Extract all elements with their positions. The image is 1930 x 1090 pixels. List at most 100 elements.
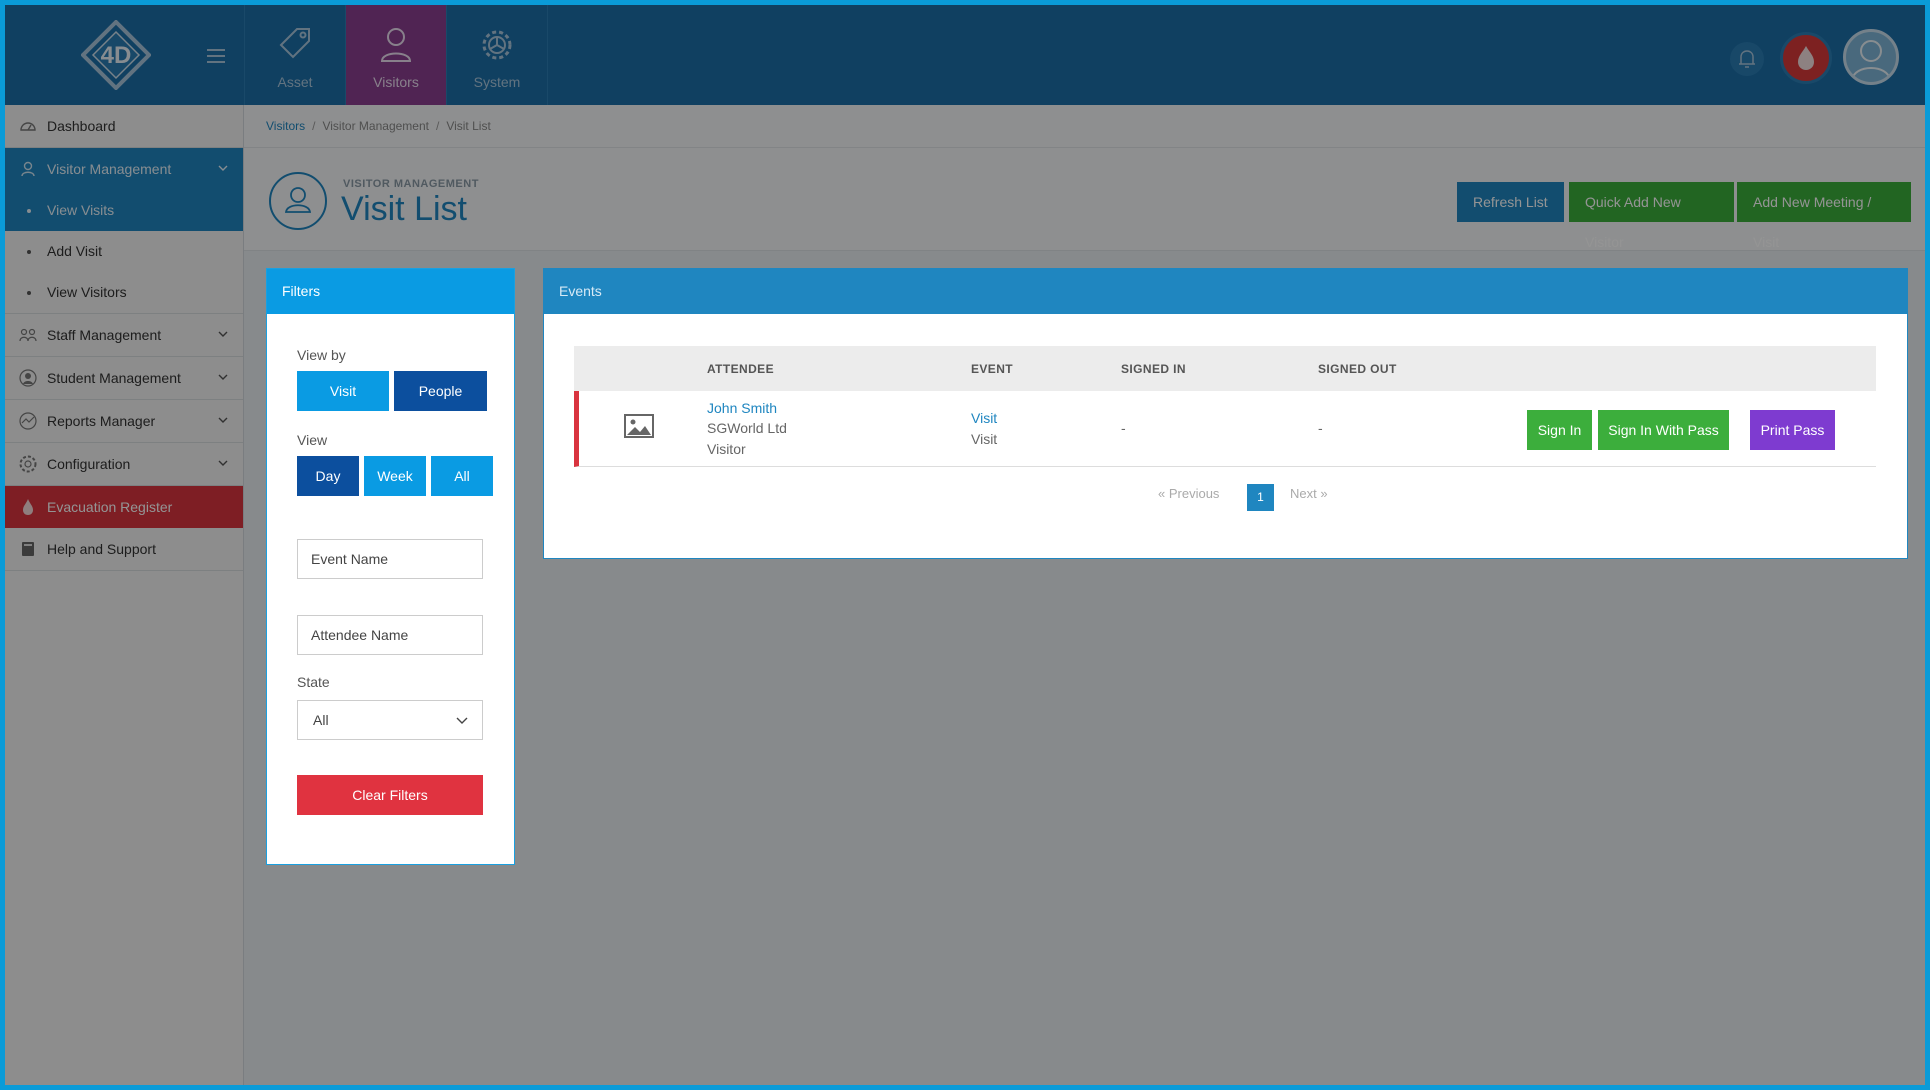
quick-add-visitor-button[interactable]: Quick Add New Visitor: [1569, 182, 1734, 250]
chevron-down-icon: [218, 460, 228, 466]
view-day-button[interactable]: Day: [297, 456, 359, 496]
filters-title: Filters: [267, 269, 514, 314]
tab-visitors[interactable]: Visitors: [345, 5, 446, 105]
sidebar-item-label: View Visits: [47, 202, 115, 218]
app-window: 4D Asset Visitors System Dashboard Visit…: [5, 5, 1925, 1085]
sidebar-item-label: Staff Management: [47, 327, 162, 343]
sign-in-button[interactable]: Sign In: [1527, 410, 1592, 450]
add-meeting-button[interactable]: Add New Meeting / Visit: [1737, 182, 1911, 250]
sidebar-item-label: Help and Support: [47, 541, 156, 557]
page-header: VISITOR MANAGEMENT Visit List Refresh Li…: [244, 148, 1925, 251]
sidebar-item-staff-management[interactable]: Staff Management: [5, 314, 243, 357]
menu-toggle-icon[interactable]: [207, 49, 225, 63]
table-header: ATTENDEE EVENT SIGNED IN SIGNED OUT: [574, 346, 1876, 391]
sidebar: Dashboard Visitor Management View Visits…: [5, 105, 244, 1085]
column-signed-in: SIGNED IN: [1121, 362, 1186, 376]
sidebar-item-evacuation-register[interactable]: Evacuation Register: [5, 486, 243, 528]
view-by-label: View by: [297, 347, 346, 363]
column-attendee: ATTENDEE: [707, 362, 774, 376]
clear-filters-button[interactable]: Clear Filters: [297, 775, 483, 815]
state-select-value: All: [313, 712, 329, 728]
top-header: 4D Asset Visitors System: [5, 5, 1925, 105]
event-type: Visit: [971, 431, 998, 447]
notifications-bell-icon[interactable]: [1730, 42, 1764, 76]
sidebar-item-add-visit[interactable]: Add Visit: [5, 231, 243, 272]
tab-system-label: System: [473, 74, 521, 90]
sidebar-item-label: View Visitors: [47, 284, 127, 300]
sidebar-item-visitor-management[interactable]: Visitor Management: [5, 148, 243, 190]
flame-icon: [23, 499, 33, 515]
state-select[interactable]: All: [297, 700, 483, 740]
chevron-down-icon: [218, 165, 228, 171]
event-name-input[interactable]: Event Name: [297, 539, 483, 579]
table-row: John Smith SGWorld Ltd Visitor Visit Vis…: [574, 391, 1876, 467]
events-panel: Events ATTENDEE EVENT SIGNED IN SIGNED O…: [543, 268, 1908, 559]
signed-in-value: -: [1121, 420, 1126, 436]
tab-system[interactable]: System: [446, 5, 548, 105]
pager-next[interactable]: Next »: [1290, 486, 1328, 501]
tab-asset-label: Asset: [277, 74, 313, 90]
sign-in-with-pass-button[interactable]: Sign In With Pass: [1598, 410, 1729, 450]
book-icon: [22, 542, 34, 556]
fire-alarm-icon[interactable]: [1780, 32, 1832, 84]
sidebar-item-view-visits[interactable]: View Visits: [5, 190, 243, 231]
pager-previous[interactable]: « Previous: [1158, 486, 1219, 501]
print-pass-button[interactable]: Print Pass: [1750, 410, 1835, 450]
tab-asset[interactable]: Asset: [244, 5, 345, 105]
pager-page-1[interactable]: 1: [1247, 484, 1274, 511]
attendee-name-input[interactable]: Attendee Name: [297, 615, 483, 655]
events-table: ATTENDEE EVENT SIGNED IN SIGNED OUT John…: [574, 346, 1876, 467]
attendee-name-link[interactable]: John Smith: [707, 400, 777, 416]
view-by-people-button[interactable]: People: [394, 371, 487, 411]
chevron-down-icon: [218, 417, 228, 423]
column-signed-out: SIGNED OUT: [1318, 362, 1397, 376]
sidebar-item-help-and-support[interactable]: Help and Support: [5, 528, 243, 571]
state-label: State: [297, 674, 330, 690]
logo-area: 4D: [5, 5, 243, 105]
breadcrumb: Visitors / Visitor Management / Visit List: [244, 105, 1925, 148]
sidebar-item-reports-manager[interactable]: Reports Manager: [5, 400, 243, 443]
column-event: EVENT: [971, 362, 1014, 376]
breadcrumb-visitor-management[interactable]: Visitor Management: [322, 105, 429, 147]
sidebar-item-label: Configuration: [47, 456, 131, 472]
chevron-down-icon: [456, 717, 468, 724]
sidebar-item-label: Add Visit: [47, 243, 102, 259]
sidebar-item-label: Student Management: [47, 370, 181, 386]
chevron-down-icon: [218, 331, 228, 337]
sidebar-item-student-management[interactable]: Student Management: [5, 357, 243, 400]
sidebar-item-label: Reports Manager: [47, 413, 156, 429]
filters-panel: Filters View by Visit People View Day We…: [266, 268, 515, 865]
logo-4d-icon: 4D: [81, 20, 151, 90]
sidebar-item-label: Dashboard: [47, 118, 116, 134]
attendee-type: Visitor: [707, 441, 746, 457]
user-avatar[interactable]: [1843, 29, 1899, 85]
person-icon: [380, 28, 412, 62]
refresh-list-button[interactable]: Refresh List: [1457, 182, 1564, 222]
chart-line-icon: [19, 412, 37, 430]
attendee-company: SGWorld Ltd: [707, 420, 787, 436]
view-week-button[interactable]: Week: [364, 456, 426, 496]
view-label: View: [297, 432, 328, 448]
gear-icon: [482, 30, 512, 60]
events-title: Events: [544, 269, 1907, 314]
sidebar-item-label: Visitor Management: [47, 161, 172, 177]
sidebar-item-configuration[interactable]: Configuration: [5, 443, 243, 486]
image-placeholder-icon: [624, 414, 654, 438]
visitor-submenu: View Visits Add Visit View Visitors: [5, 190, 243, 314]
event-link[interactable]: Visit: [971, 410, 997, 426]
person-icon: [21, 161, 35, 177]
people-group-icon: [19, 328, 37, 342]
dashboard-icon: [20, 122, 36, 131]
page-subtitle: VISITOR MANAGEMENT: [343, 178, 479, 190]
tag-icon: [279, 28, 310, 59]
sidebar-item-view-visitors[interactable]: View Visitors: [5, 272, 243, 313]
student-icon: [19, 369, 37, 387]
sidebar-item-label: Evacuation Register: [47, 499, 173, 515]
gear-icon: [19, 455, 37, 473]
view-all-button[interactable]: All: [431, 456, 493, 496]
view-by-visit-button[interactable]: Visit: [297, 371, 389, 411]
tab-visitors-label: Visitors: [373, 74, 419, 90]
breadcrumb-visitors[interactable]: Visitors: [266, 105, 305, 147]
signed-out-value: -: [1318, 420, 1323, 436]
sidebar-item-dashboard[interactable]: Dashboard: [5, 105, 243, 148]
